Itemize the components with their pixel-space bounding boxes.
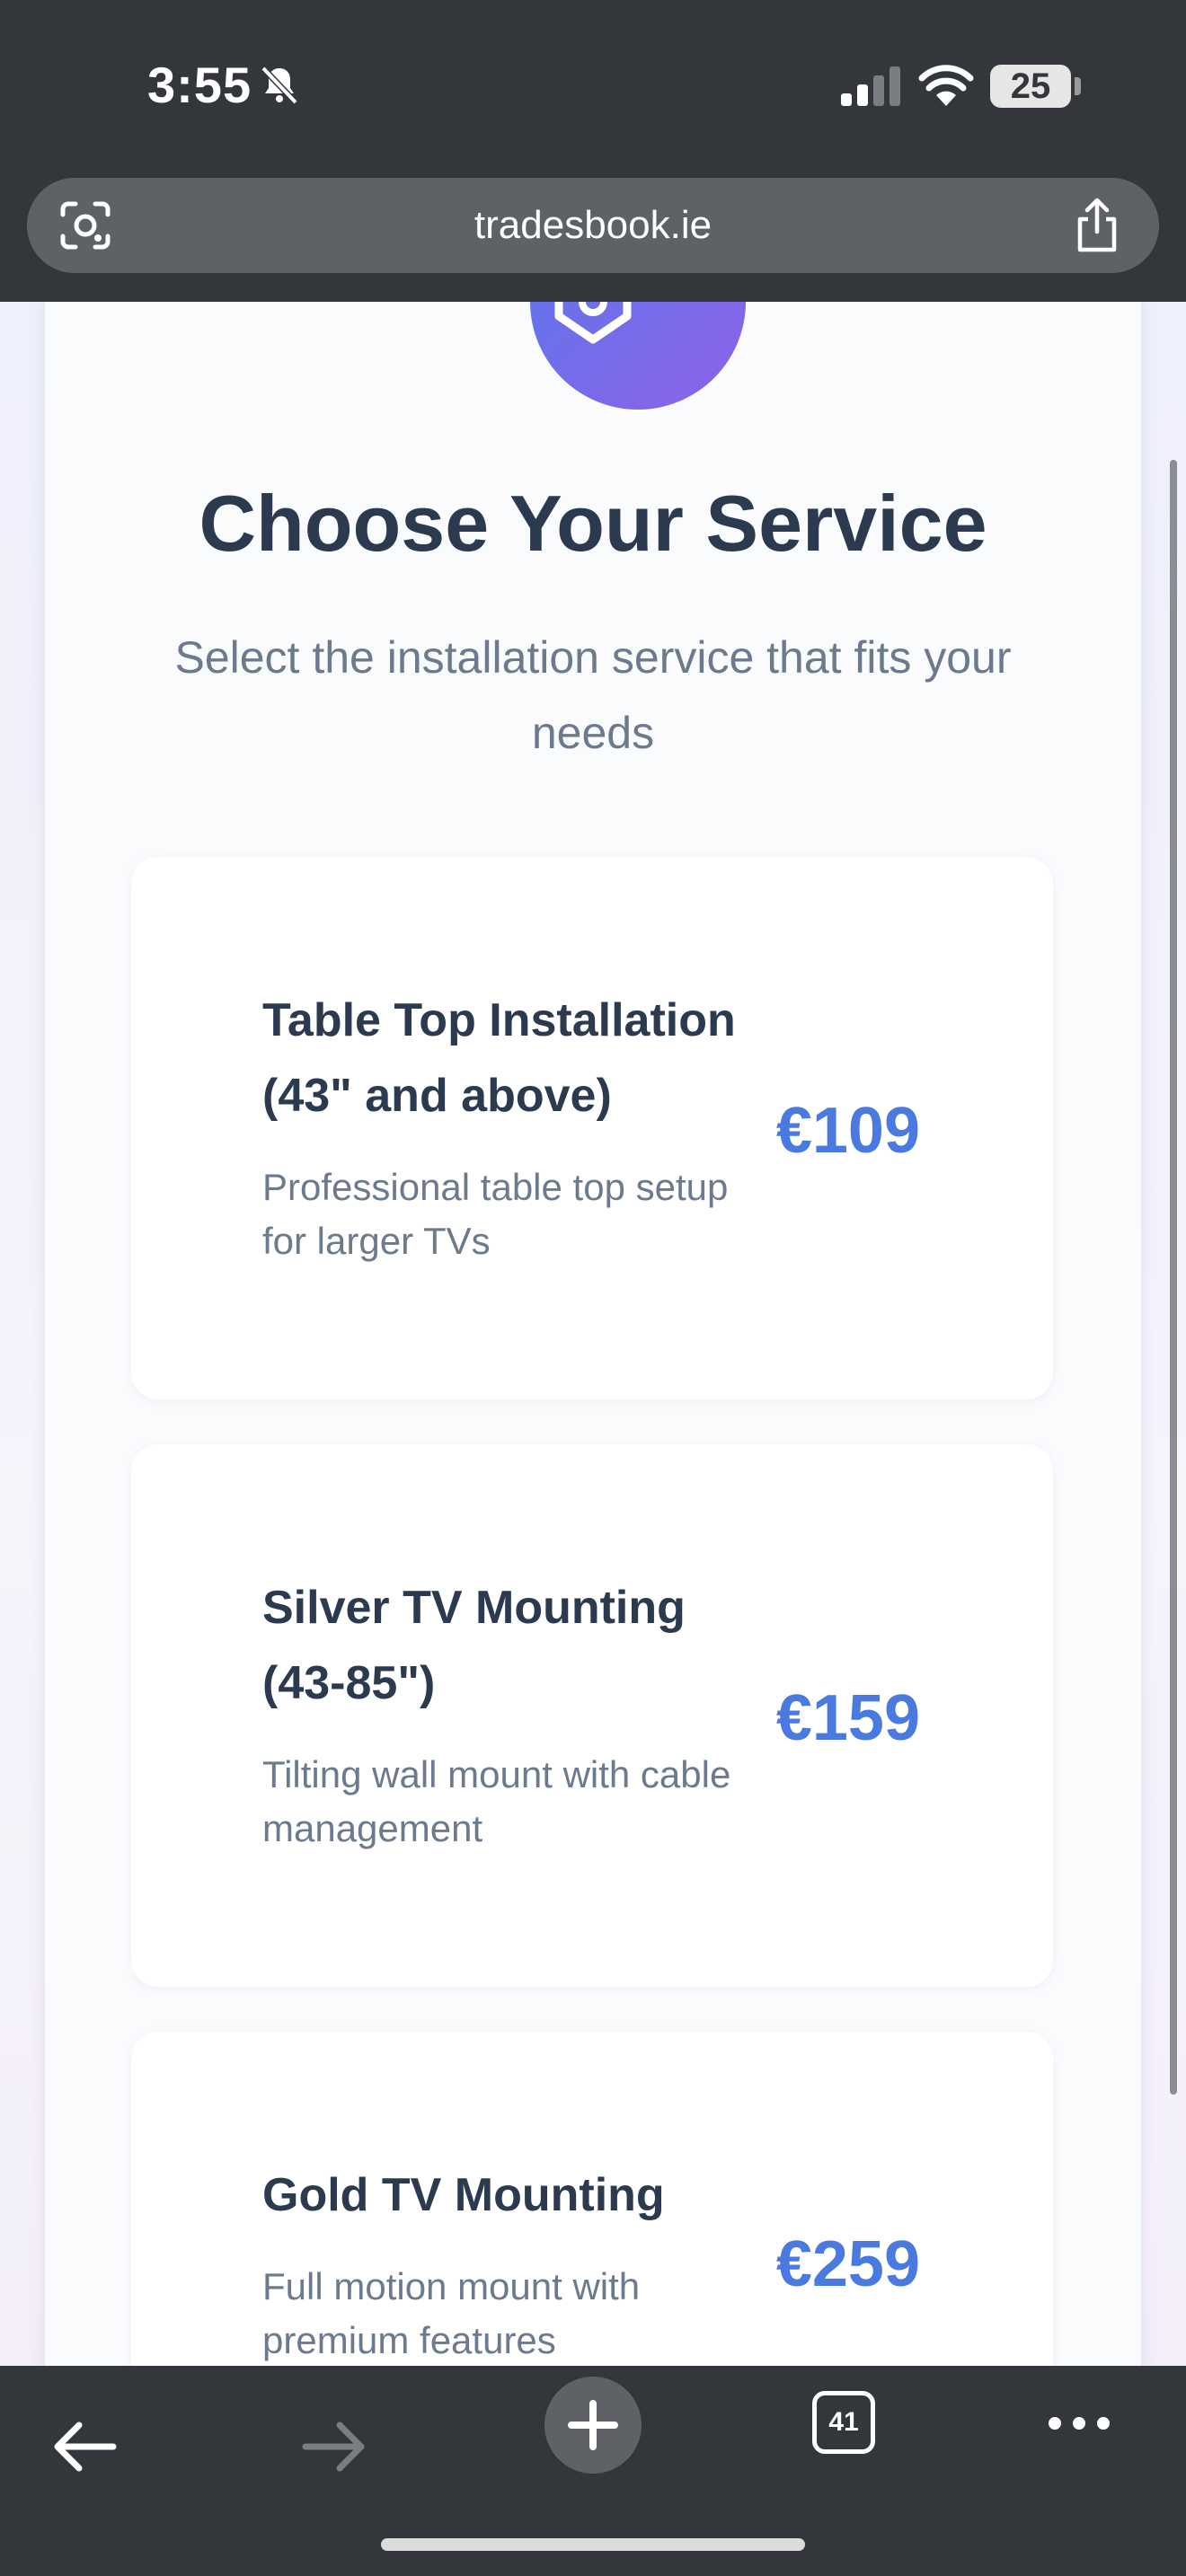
cellular-signal-icon [841,66,900,106]
service-title: Silver TV Mounting (43-85") [262,1582,686,1709]
forward-arrow-icon[interactable] [302,2420,367,2474]
shield-logo-icon [554,302,632,344]
status-bar: 3:55 25 [0,0,1186,175]
page-title: Choose Your Service [199,479,987,568]
share-icon[interactable] [1073,198,1121,253]
web-page: Choose Your Service Select the installat… [0,302,1186,2366]
plus-icon [568,2400,618,2450]
service-card-silver[interactable]: Silver TV Mounting (43-85") Tilting wall… [131,1444,1053,1987]
service-description: Full motion mount with premium features [262,2265,641,2361]
battery-icon: 25 [990,65,1071,108]
service-price: €159 [775,1682,920,1754]
page-scrollbar[interactable] [1170,460,1177,2095]
address-bar[interactable]: tradesbook.ie [27,178,1159,273]
service-price: €109 [775,1095,920,1167]
home-indicator [381,2538,805,2551]
service-panel: Choose Your Service Select the installat… [45,302,1141,2366]
service-card-gold[interactable]: Gold TV Mounting Full motion mount with … [131,2032,1053,2366]
service-title: Table Top Installation (43" and above) [262,994,736,1122]
page-subtitle: Select the installation service that fit… [174,632,1012,758]
url-text[interactable]: tradesbook.ie [27,178,1159,273]
back-arrow-icon[interactable] [52,2420,117,2474]
service-description: Tilting wall mount with cable management [262,1753,731,1849]
service-title: Gold TV Mounting [262,2169,665,2221]
service-price: €259 [775,2228,920,2300]
more-icon[interactable] [1048,2414,1111,2432]
wifi-icon [918,65,974,106]
battery-cap [1075,77,1081,95]
status-time: 3:55 [147,57,252,113]
service-description: Professional table top setup for larger … [262,1166,729,1262]
tabs-icon[interactable]: 41 [812,2391,875,2454]
new-tab-button[interactable] [544,2377,642,2474]
service-card-table-top[interactable]: Table Top Installation (43" and above) P… [131,857,1053,1399]
bell-slash-icon [261,66,298,105]
